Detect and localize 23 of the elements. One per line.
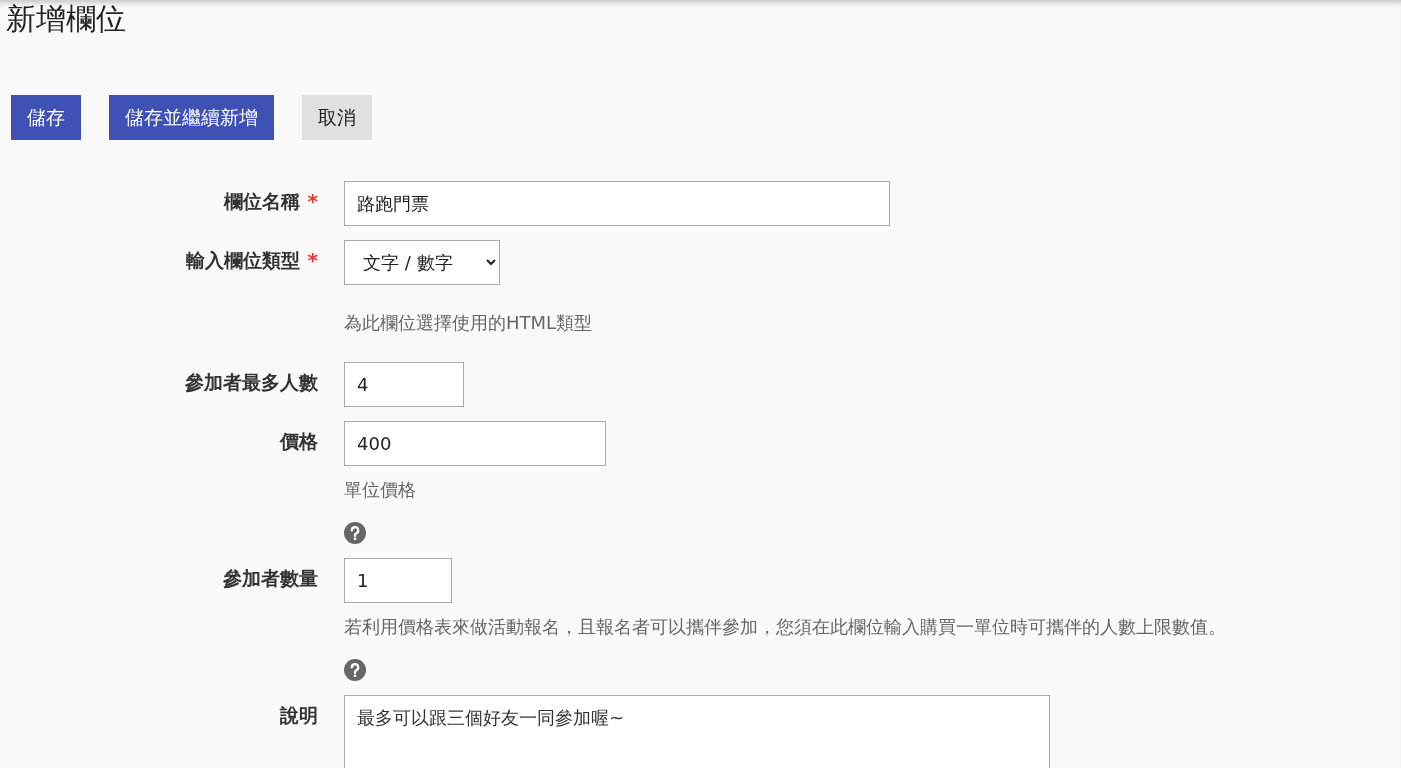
required-mark: *: [307, 248, 318, 272]
select-field[interactable]: 文字 / 數字: [344, 240, 500, 285]
description-textarea[interactable]: 最多可以跟三個好友一同參加喔~: [344, 695, 1050, 768]
help-text: 單位價格: [344, 478, 416, 502]
save-button[interactable]: 儲存: [11, 95, 81, 140]
input-field[interactable]: 4: [344, 362, 464, 407]
page-title: 新增欄位: [5, 0, 127, 38]
help-text: 若利用價格表來做活動報名，且報名者可以攜伴參加，您須在此欄位輸入購買一單位時可攜伴的人數上限數值。: [344, 615, 1226, 639]
field-label: 參加者數量: [223, 566, 318, 591]
field-label: 輸入欄位類型: [185, 248, 300, 273]
help-icon[interactable]: [344, 522, 366, 544]
input-field[interactable]: 400: [344, 421, 606, 466]
field-label: 說明: [280, 703, 318, 728]
save-button[interactable]: 儲存並繼續新增: [109, 95, 274, 140]
input-field[interactable]: 1: [344, 558, 452, 603]
required-mark: *: [307, 189, 318, 213]
input-field[interactable]: 路跑門票: [344, 181, 890, 226]
help-icon[interactable]: [344, 659, 366, 681]
help-text: 為此欄位選擇使用的HTML類型: [344, 311, 593, 335]
field-label: 欄位名稱: [223, 189, 300, 214]
field-label: 參加者最多人數: [185, 370, 318, 395]
field-label: 價格: [280, 429, 318, 454]
cancel-button[interactable]: 取消: [302, 95, 372, 140]
